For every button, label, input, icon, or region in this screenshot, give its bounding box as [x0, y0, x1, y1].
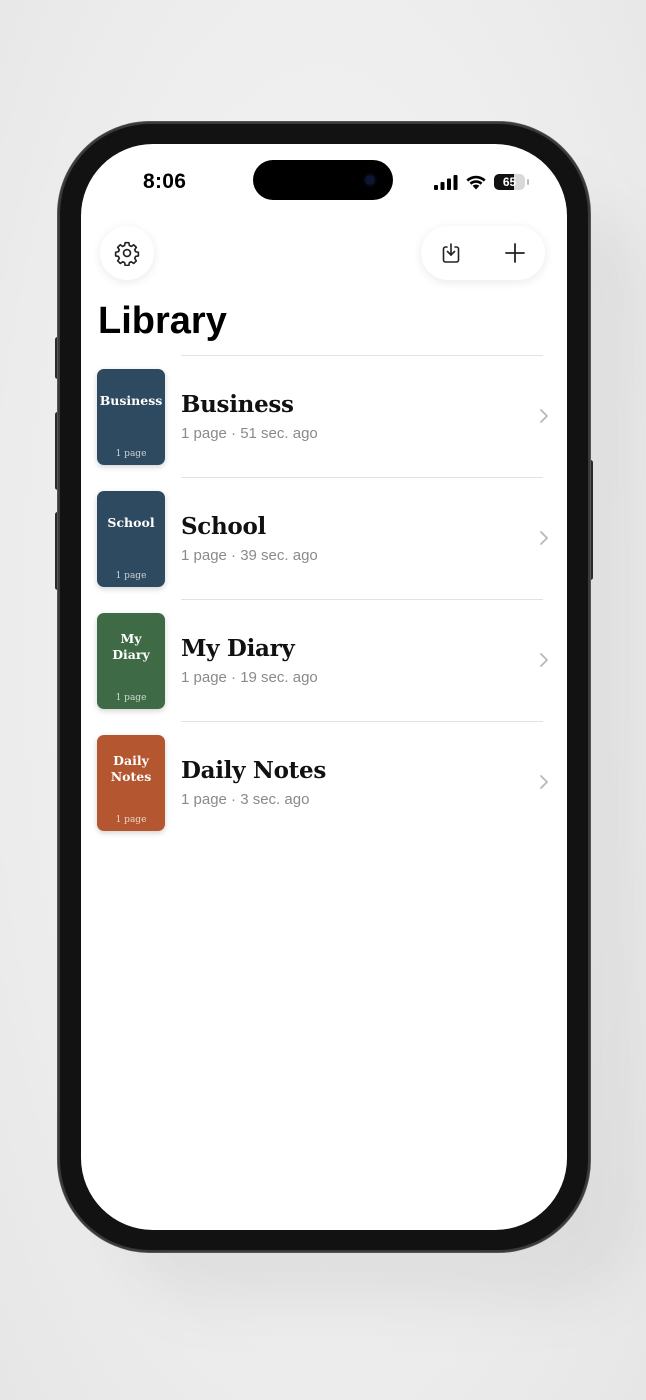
- tray-download-icon: [442, 243, 460, 263]
- notebook-list: Business 1 page Business 1 page · 51 sec…: [81, 355, 567, 843]
- notebook-row-business[interactable]: Business 1 page Business 1 page · 51 sec…: [81, 355, 567, 477]
- cover-title: Daily Notes: [110, 753, 152, 784]
- battery-level: 65: [502, 175, 517, 189]
- dynamic-island: [253, 160, 393, 200]
- notebook-cover: Business 1 page: [97, 369, 165, 465]
- add-button[interactable]: [501, 239, 529, 267]
- cover-title: Business: [99, 393, 163, 408]
- notebook-meta: 1 page · 3 sec. ago: [181, 791, 310, 808]
- notebook-name: My Diary: [181, 635, 295, 662]
- chevron-right-icon: [540, 775, 548, 789]
- gear-icon: [114, 241, 140, 266]
- cover-page-count: 1 page: [115, 571, 147, 581]
- chevron-right-icon: [540, 409, 548, 423]
- cover-page-count: 1 page: [115, 449, 147, 459]
- status-time: 8:06: [143, 170, 187, 193]
- notebook-meta: 1 page · 51 sec. ago: [181, 425, 318, 442]
- notebook-row-my-diary[interactable]: My Diary 1 page My Diary 1 page · 19 sec…: [81, 599, 567, 721]
- import-button[interactable]: [437, 239, 465, 267]
- notebook-cover: School 1 page: [97, 491, 165, 587]
- page-title: Library: [98, 300, 227, 342]
- notebook-row-daily-notes[interactable]: Daily Notes 1 page Daily Notes 1 page · …: [81, 721, 567, 843]
- row-divider: [181, 477, 543, 478]
- chevron-right-icon: [540, 653, 548, 667]
- cover-title: My Diary: [112, 631, 150, 662]
- notebook-cover: My Diary 1 page: [97, 613, 165, 709]
- cover-page-count: 1 page: [115, 815, 147, 825]
- notebook-row-school[interactable]: School 1 page School 1 page · 39 sec. ag…: [81, 477, 567, 599]
- notebook-meta: 1 page · 39 sec. ago: [181, 547, 318, 564]
- notebook-cover: Daily Notes 1 page: [97, 735, 165, 831]
- cover-page-count: 1 page: [115, 693, 147, 703]
- cover-title: School: [107, 515, 155, 530]
- notebook-name: School: [181, 513, 266, 540]
- battery-indicator: 65: [494, 174, 525, 190]
- notebook-meta: 1 page · 19 sec. ago: [181, 669, 318, 686]
- status-icons: 65: [434, 174, 529, 190]
- settings-button[interactable]: [100, 226, 154, 280]
- stage: 8:06 65 Library Business 1 page Business…: [0, 0, 646, 1400]
- phone-frame: 8:06 65 Library Business 1 page Business…: [58, 122, 590, 1252]
- screen: 8:06 65 Library Business 1 page Business…: [81, 144, 567, 1230]
- plus-icon: [505, 243, 525, 263]
- row-divider: [181, 721, 543, 722]
- notebook-name: Daily Notes: [181, 757, 326, 784]
- battery-cap: [527, 179, 529, 185]
- row-divider: [181, 355, 543, 356]
- signal-icon: [434, 174, 458, 190]
- wifi-icon: [466, 175, 486, 190]
- toolbar-pill: [421, 226, 545, 280]
- chevron-right-icon: [540, 531, 548, 545]
- notebook-name: Business: [181, 391, 294, 418]
- row-divider: [181, 599, 543, 600]
